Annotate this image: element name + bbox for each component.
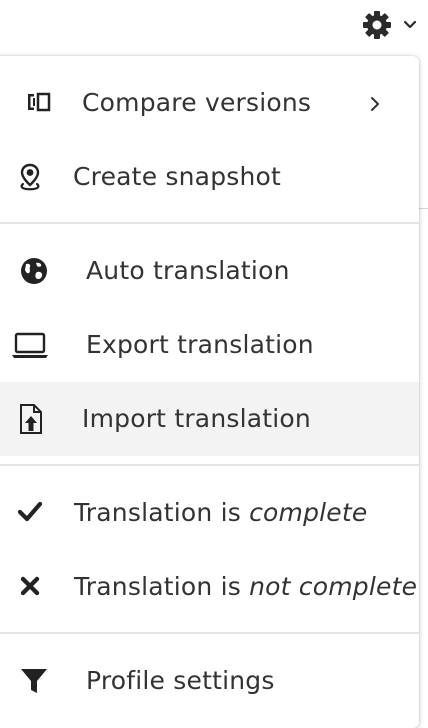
menu-item-mark-not-complete[interactable]: Translation is not complete [0,550,419,624]
menu-item-mark-complete[interactable]: Translation is complete [0,476,419,550]
background-divider [419,208,428,209]
menu-divider [0,464,419,466]
check-icon [14,476,52,550]
globe-icon [14,234,52,308]
menu-item-auto-translation[interactable]: Auto translation [0,234,419,308]
gear-icon [363,11,391,39]
menu-item-create-snapshot[interactable]: Create snapshot [0,140,419,214]
x-icon [14,550,52,624]
menu-item-compare-versions[interactable]: Compare versions [0,66,419,140]
compare-versions-label: Compare versions [82,88,312,117]
menu-item-export-translation[interactable]: Export translation [0,308,419,382]
compare-icon [14,66,52,140]
mark-complete-prefix: Translation is [74,498,250,527]
menu-divider [0,632,419,634]
filter-icon [14,644,52,718]
profile-settings-label: Profile settings [86,666,275,695]
auto-translation-label: Auto translation [86,256,290,285]
page: Compare versions Create snapshot Auto tr… [0,0,428,728]
create-snapshot-label: Create snapshot [73,162,282,191]
mark-not-complete-label: Translation is not complete [74,550,417,624]
mark-complete-label: Translation is complete [74,476,367,550]
menu-divider [0,222,419,224]
menu-item-import-translation[interactable]: Import translation [0,382,419,456]
chevron-right-icon [368,66,384,140]
export-translation-label: Export translation [86,330,314,359]
mark-complete-emphasis: complete [249,498,368,527]
laptop-icon [12,308,52,382]
menu-item-profile-settings[interactable]: Profile settings [0,644,419,718]
mark-not-complete-prefix: Translation is [74,572,250,601]
map-pin-icon [14,140,52,214]
mark-not-complete-emphasis: not complete [249,572,418,601]
chevron-down-icon [403,20,417,29]
import-translation-label: Import translation [82,404,311,433]
file-upload-icon [14,382,52,456]
settings-dropdown-button[interactable] [360,8,422,42]
settings-menu: Compare versions Create snapshot Auto tr… [0,56,419,728]
